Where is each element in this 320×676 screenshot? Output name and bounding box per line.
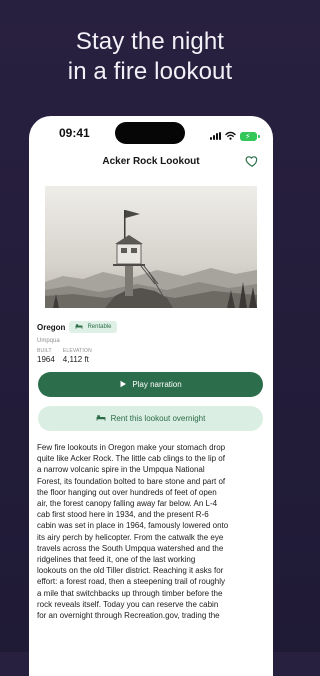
bed-icon [96, 414, 106, 423]
signal-icon [210, 132, 221, 140]
lookout-description: Few fire lookouts in Oregon make your st… [37, 442, 263, 621]
rent-lookout-button[interactable]: Rent this lookout overnight [38, 406, 263, 431]
battery-icon: ⚡ [240, 131, 260, 141]
stats: BUILT 1964 ELEVATION 4,112 ft [37, 348, 265, 364]
dynamic-island [115, 122, 185, 144]
description-line: the floor hanging out over hundreds of f… [37, 487, 217, 497]
play-narration-label: Play narration [132, 380, 182, 389]
play-icon [119, 380, 127, 390]
description-line: rock reveals itself. Today you can reser… [37, 599, 219, 609]
status-bar: 09:41 ⚡ [29, 116, 273, 144]
description-line: cab first stood here in 1934, and the pr… [37, 510, 209, 520]
status-icons: ⚡ [210, 127, 260, 145]
description-line: lookouts on the old Tiller district. Rea… [37, 566, 224, 576]
description-line: air, the forest canopy falling away far … [37, 499, 218, 509]
description-line: a mile that switchbacks up through timbe… [37, 588, 223, 598]
description-line: ridgelines that feed it, one of the last… [37, 555, 196, 565]
elevation-stat: ELEVATION 4,112 ft [63, 348, 92, 364]
description-line: travels across the South Umpqua watershe… [37, 543, 224, 553]
description-line: quite like Acker Rock. The little cab cl… [37, 454, 225, 464]
rentable-label: Rentable [87, 324, 112, 330]
favorite-button[interactable] [245, 154, 259, 168]
phone-screen: 09:41 ⚡ Acker Rock Lookout Oregon Rentab… [29, 116, 273, 676]
description-line: a narrow volcanic spire in the Umpqua Na… [37, 465, 205, 475]
state-row: Oregon Rentable [37, 320, 265, 334]
bed-icon [75, 323, 83, 331]
wifi-icon [225, 127, 236, 145]
lookout-meta: Oregon Rentable Umpqua BUILT 1964 ELEVAT… [37, 320, 265, 364]
elevation-label: ELEVATION [62, 348, 92, 354]
state-name: Oregon [37, 322, 66, 332]
headline-line-1: Stay the night [75, 28, 225, 55]
navigation-bar: Acker Rock Lookout [29, 152, 273, 176]
elevation-value: 4,112 ft [62, 355, 89, 364]
built-value: 1964 [37, 355, 55, 364]
description-line: cabin was set in place in 1964, famously… [37, 521, 229, 531]
rent-lookout-label: Rent this lookout overnight [110, 414, 206, 423]
heart-icon [245, 155, 259, 172]
description-line: for an overnight through Recreation.gov,… [37, 611, 220, 621]
description-line: Few fire lookouts in Oregon make your st… [37, 443, 226, 452]
forest-name: Umpqua [37, 338, 60, 344]
description-line: Forest, its foundation bolted to bare st… [37, 476, 226, 486]
lookout-photo [45, 186, 257, 308]
status-time: 09:41 [59, 126, 90, 140]
built-label: BUILT [37, 348, 52, 354]
play-narration-button[interactable]: Play narration [38, 372, 263, 397]
headline-line-2: in a fire lookout [67, 58, 233, 85]
rentable-badge: Rentable [69, 321, 118, 333]
page-title: Acker Rock Lookout [102, 156, 200, 167]
built-stat: BUILT 1964 [37, 348, 55, 364]
promo-headline: Stay the night in a fire lookout [0, 27, 300, 87]
description-line: effort: a forest road, then a steepening… [37, 577, 225, 587]
description-line: its airy perch by helicopter. From the c… [37, 532, 224, 542]
